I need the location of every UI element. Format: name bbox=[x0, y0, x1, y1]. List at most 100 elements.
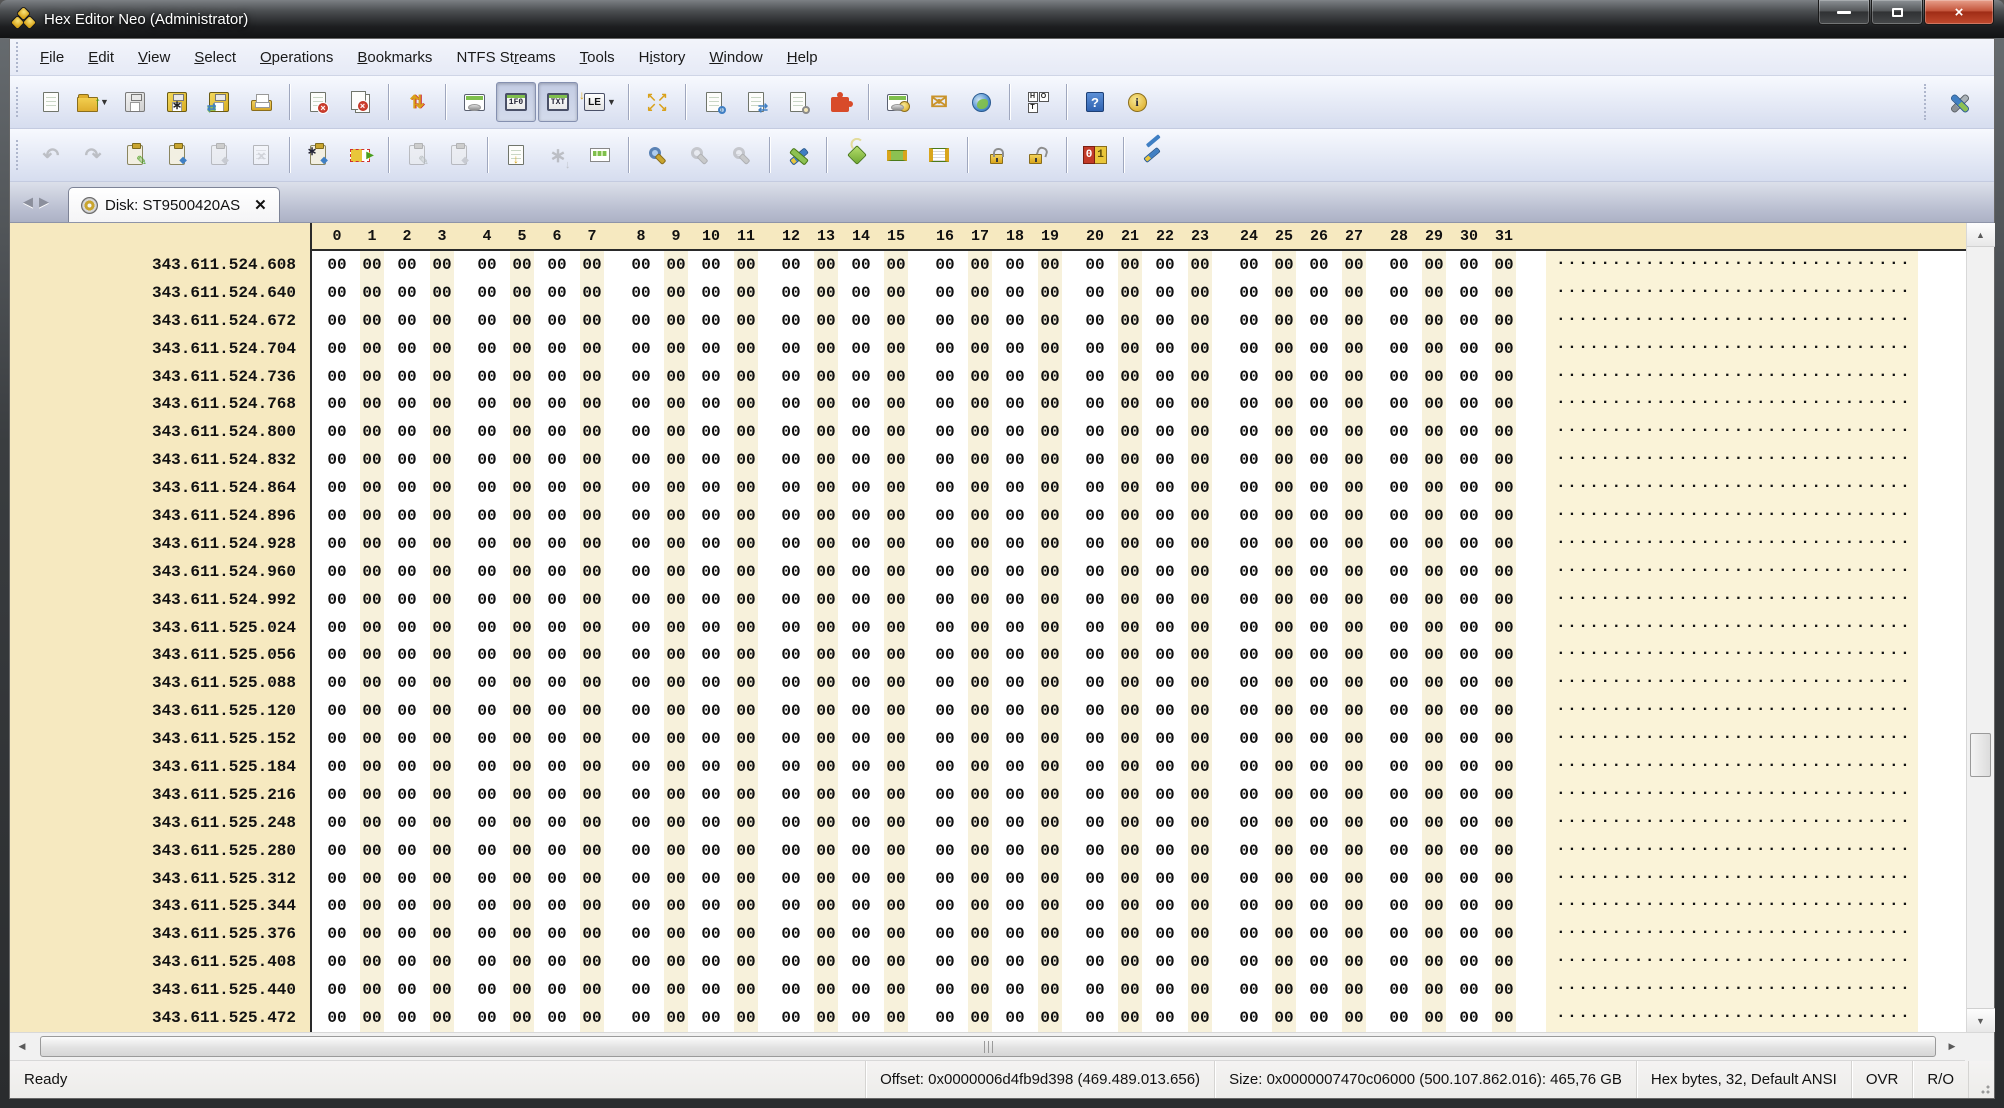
byte-cell[interactable]: 00 bbox=[472, 976, 502, 1004]
row-address[interactable]: 343.611.525.344 bbox=[10, 892, 310, 920]
byte-cell[interactable]: 00 bbox=[1185, 809, 1215, 837]
byte-cell[interactable]: 00 bbox=[1080, 809, 1110, 837]
byte-cell[interactable]: 00 bbox=[731, 279, 761, 307]
byte-cell[interactable]: 00 bbox=[930, 1004, 960, 1032]
byte-cell[interactable]: 00 bbox=[1269, 725, 1299, 753]
byte-cell[interactable]: 00 bbox=[1150, 390, 1180, 418]
byte-cell[interactable]: 00 bbox=[1080, 418, 1110, 446]
byte-cell[interactable]: 00 bbox=[1080, 920, 1110, 948]
byte-cell[interactable]: 00 bbox=[472, 586, 502, 614]
byte-cell[interactable]: 00 bbox=[357, 558, 387, 586]
byte-cell[interactable]: 00 bbox=[1269, 753, 1299, 781]
byte-cell[interactable]: 00 bbox=[392, 335, 422, 363]
byte-cell[interactable]: 00 bbox=[1234, 446, 1264, 474]
byte-cell[interactable]: 00 bbox=[881, 669, 911, 697]
byte-cell[interactable]: 00 bbox=[881, 335, 911, 363]
byte-cell[interactable]: 00 bbox=[542, 446, 572, 474]
byte-cell[interactable]: 00 bbox=[542, 279, 572, 307]
byte-cell[interactable]: 00 bbox=[965, 614, 995, 642]
byte-cell[interactable]: 00 bbox=[357, 390, 387, 418]
byte-cell[interactable]: 00 bbox=[392, 976, 422, 1004]
row-address[interactable]: 343.611.524.960 bbox=[10, 558, 310, 586]
byte-cell[interactable]: 00 bbox=[1150, 335, 1180, 363]
byte-cell[interactable]: 00 bbox=[472, 530, 502, 558]
byte-cell[interactable]: 00 bbox=[1384, 558, 1414, 586]
byte-cell[interactable]: 00 bbox=[626, 697, 656, 725]
byte-cell[interactable]: 00 bbox=[930, 697, 960, 725]
byte-cell[interactable]: 00 bbox=[392, 920, 422, 948]
byte-cell[interactable]: 00 bbox=[731, 558, 761, 586]
byte-cell[interactable]: 00 bbox=[811, 446, 841, 474]
byte-cell[interactable]: 00 bbox=[1454, 948, 1484, 976]
row-address[interactable]: 343.611.525.312 bbox=[10, 865, 310, 893]
byte-cell[interactable]: 00 bbox=[626, 446, 656, 474]
byte-cell[interactable]: 00 bbox=[507, 530, 537, 558]
byte-cell[interactable]: 00 bbox=[427, 1004, 457, 1032]
byte-cell[interactable]: 00 bbox=[1339, 920, 1369, 948]
byte-cell[interactable]: 00 bbox=[1185, 892, 1215, 920]
byte-cell[interactable]: 00 bbox=[776, 753, 806, 781]
byte-cell[interactable]: 00 bbox=[472, 614, 502, 642]
byte-cell[interactable]: 00 bbox=[930, 725, 960, 753]
byte-cell[interactable]: 00 bbox=[930, 307, 960, 335]
byte-cell[interactable]: 00 bbox=[1234, 753, 1264, 781]
menu-help[interactable]: Help bbox=[777, 44, 828, 71]
print-setup-button[interactable] bbox=[580, 135, 620, 175]
byte-cell[interactable]: 00 bbox=[1000, 725, 1030, 753]
byte-cell[interactable]: 00 bbox=[661, 558, 691, 586]
byte-cell[interactable]: 00 bbox=[811, 474, 841, 502]
byte-cell[interactable]: 00 bbox=[1080, 390, 1110, 418]
byte-cell[interactable]: 00 bbox=[507, 809, 537, 837]
byte-cell[interactable]: 00 bbox=[357, 502, 387, 530]
byte-cell[interactable]: 00 bbox=[811, 781, 841, 809]
byte-cell[interactable]: 00 bbox=[507, 446, 537, 474]
byte-cell[interactable]: 00 bbox=[1419, 669, 1449, 697]
byte-cell[interactable]: 00 bbox=[965, 781, 995, 809]
row-address[interactable]: 343.611.524.768 bbox=[10, 390, 310, 418]
byte-cell[interactable]: 00 bbox=[472, 781, 502, 809]
byte-cell[interactable]: 00 bbox=[577, 697, 607, 725]
byte-cell[interactable]: 00 bbox=[357, 865, 387, 893]
byte-cell[interactable]: 00 bbox=[1000, 418, 1030, 446]
feedback-email-button[interactable]: ✉ bbox=[919, 82, 959, 122]
byte-cell[interactable]: 00 bbox=[881, 474, 911, 502]
byte-cell[interactable]: 00 bbox=[392, 390, 422, 418]
byte-cell[interactable]: 00 bbox=[1185, 753, 1215, 781]
byte-cell[interactable]: 00 bbox=[965, 251, 995, 279]
byte-cell[interactable]: 00 bbox=[930, 837, 960, 865]
byte-cell[interactable]: 00 bbox=[1035, 892, 1065, 920]
byte-cell[interactable]: 00 bbox=[1454, 865, 1484, 893]
byte-cell[interactable]: 00 bbox=[1035, 474, 1065, 502]
row-address[interactable]: 343.611.524.992 bbox=[10, 586, 310, 614]
byte-cell[interactable]: 00 bbox=[1185, 418, 1215, 446]
byte-cell[interactable]: 00 bbox=[731, 837, 761, 865]
byte-cell[interactable]: 00 bbox=[626, 809, 656, 837]
byte-cell[interactable]: 00 bbox=[357, 641, 387, 669]
byte-cell[interactable]: 00 bbox=[776, 781, 806, 809]
byte-cell[interactable]: 00 bbox=[1035, 418, 1065, 446]
byte-cell[interactable]: 00 bbox=[1419, 1004, 1449, 1032]
byte-cell[interactable]: 00 bbox=[846, 363, 876, 391]
byte-cell[interactable]: 00 bbox=[965, 530, 995, 558]
byte-cell[interactable]: 00 bbox=[1150, 781, 1180, 809]
byte-cell[interactable]: 00 bbox=[1384, 892, 1414, 920]
byte-cell[interactable]: 00 bbox=[1454, 251, 1484, 279]
byte-cell[interactable]: 00 bbox=[1489, 948, 1519, 976]
byte-cell[interactable]: 00 bbox=[846, 390, 876, 418]
byte-cell[interactable]: 00 bbox=[1489, 363, 1519, 391]
byte-cell[interactable]: 00 bbox=[1000, 837, 1030, 865]
customize-button[interactable] bbox=[1939, 82, 1979, 122]
byte-cell[interactable]: 00 bbox=[696, 279, 726, 307]
fill-block-button[interactable] bbox=[835, 135, 875, 175]
byte-cell[interactable]: 00 bbox=[1269, 530, 1299, 558]
byte-cell[interactable]: 00 bbox=[507, 614, 537, 642]
byte-cell[interactable]: 00 bbox=[1454, 474, 1484, 502]
byte-cell[interactable]: 00 bbox=[731, 976, 761, 1004]
byte-cell[interactable]: 00 bbox=[1035, 307, 1065, 335]
byte-cell[interactable]: 00 bbox=[661, 335, 691, 363]
byte-cell[interactable]: 00 bbox=[661, 753, 691, 781]
byte-cell[interactable]: 00 bbox=[846, 753, 876, 781]
byte-cell[interactable]: 00 bbox=[322, 474, 352, 502]
byte-cell[interactable]: 00 bbox=[930, 976, 960, 1004]
byte-cell[interactable]: 00 bbox=[1035, 530, 1065, 558]
